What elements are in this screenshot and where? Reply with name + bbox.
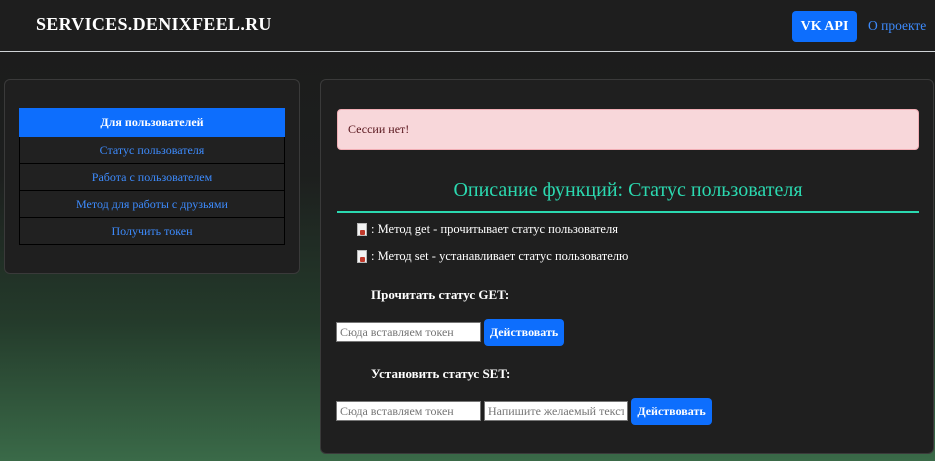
about-link[interactable]: О проекте [868, 18, 926, 34]
get-submit-button[interactable]: Действовать [484, 319, 564, 346]
get-section-label: Прочитать статус GET: [371, 287, 510, 302]
status-text-input[interactable] [484, 401, 628, 421]
document-icon [357, 250, 367, 263]
method-set-text: : Метод set - устанавливает статус польз… [371, 249, 629, 263]
sidebar-item-friends-method[interactable]: Метод для работы с друзьями [19, 191, 285, 218]
sidebar-item-get-token[interactable]: Получить токен [19, 218, 285, 245]
navbar: SERVICES.DENIXFEEL.RU VK API О проекте [0, 0, 935, 52]
sidebar-menu: Для пользователей Статус пользователя Ра… [19, 108, 285, 245]
set-token-input[interactable] [336, 401, 481, 421]
method-get-row: : Метод get - прочитывает статус пользов… [357, 222, 618, 237]
set-section-label: Установить статус SET: [371, 366, 511, 381]
method-get-text: : Метод get - прочитывает статус пользов… [371, 222, 618, 236]
sidebar-item-user-status[interactable]: Статус пользователя [19, 137, 285, 164]
main-card: Сессии нет! Описание функций: Статус пол… [320, 79, 934, 454]
brand-logo[interactable]: SERVICES.DENIXFEEL.RU [36, 14, 272, 35]
vk-api-button[interactable]: VK API [792, 11, 857, 42]
sidebar-item-user-work[interactable]: Работа с пользователем [19, 164, 285, 191]
title-divider [337, 211, 919, 213]
document-icon [357, 223, 367, 236]
page-title: Описание функций: Статус пользователя [453, 179, 803, 201]
get-token-input[interactable] [336, 322, 481, 342]
method-set-row: : Метод set - устанавливает статус польз… [357, 249, 628, 264]
sidebar-item-for-users[interactable]: Для пользователей [19, 108, 285, 137]
sidebar-card: Для пользователей Статус пользователя Ра… [4, 79, 300, 274]
set-submit-button[interactable]: Действовать [631, 398, 712, 425]
session-alert: Сессии нет! [337, 109, 919, 150]
